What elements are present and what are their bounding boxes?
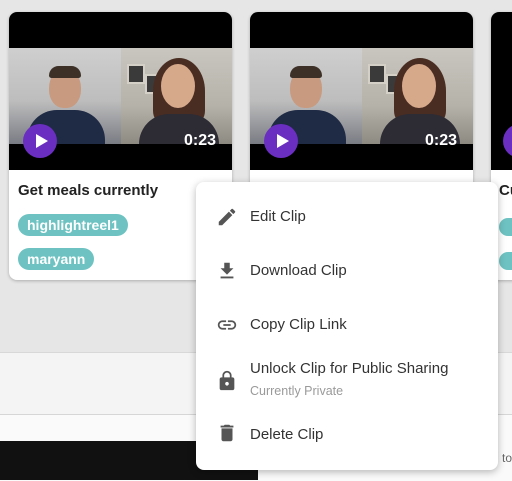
pencil-icon bbox=[218, 208, 236, 226]
video-thumbnail[interactable] bbox=[491, 12, 512, 170]
clip-context-menu: Edit Clip Download Clip Copy Clip Link U… bbox=[196, 182, 498, 470]
partial-text: to bbox=[501, 451, 512, 465]
menu-item-label: Unlock Clip for Public Sharing bbox=[250, 360, 449, 377]
video-thumbnail[interactable]: 0:23 bbox=[250, 12, 473, 170]
clip-title: Get meals currently bbox=[18, 182, 159, 199]
menu-item-label: Delete Clip bbox=[250, 426, 324, 443]
download-icon bbox=[220, 262, 234, 279]
participant-video-right bbox=[362, 48, 473, 144]
tag[interactable] bbox=[499, 218, 512, 236]
menu-item-label: Edit Clip bbox=[250, 208, 306, 225]
tag-maryann[interactable]: maryann bbox=[18, 248, 95, 270]
edit-clip-menu-item[interactable]: Edit Clip bbox=[196, 192, 498, 244]
unlock-public-sharing-menu-item[interactable]: Unlock Clip for Public Sharing Currently… bbox=[196, 354, 498, 414]
clip-duration: 0:23 bbox=[183, 132, 216, 149]
menu-item-label: Copy Clip Link bbox=[250, 316, 347, 333]
copy-clip-link-menu-item[interactable]: Copy Clip Link bbox=[196, 300, 498, 352]
privacy-status-text: Currently Private bbox=[250, 384, 344, 398]
link-icon bbox=[217, 320, 237, 330]
play-button[interactable] bbox=[503, 124, 512, 158]
tag[interactable] bbox=[499, 252, 512, 270]
clip-duration: 0:23 bbox=[424, 132, 457, 149]
delete-clip-menu-item[interactable]: Delete Clip bbox=[196, 412, 498, 464]
clip-title: Cu bbox=[499, 182, 512, 199]
lock-icon bbox=[219, 370, 235, 391]
video-thumbnail[interactable]: 0:23 bbox=[9, 12, 232, 170]
play-button[interactable] bbox=[264, 124, 298, 158]
participant-video-right bbox=[121, 48, 232, 144]
trash-icon bbox=[220, 424, 234, 442]
menu-item-label: Download Clip bbox=[250, 262, 347, 279]
play-button[interactable] bbox=[23, 124, 57, 158]
tag-highlightreel1[interactable]: highlightreel1 bbox=[18, 214, 128, 236]
download-clip-menu-item[interactable]: Download Clip bbox=[196, 246, 498, 298]
